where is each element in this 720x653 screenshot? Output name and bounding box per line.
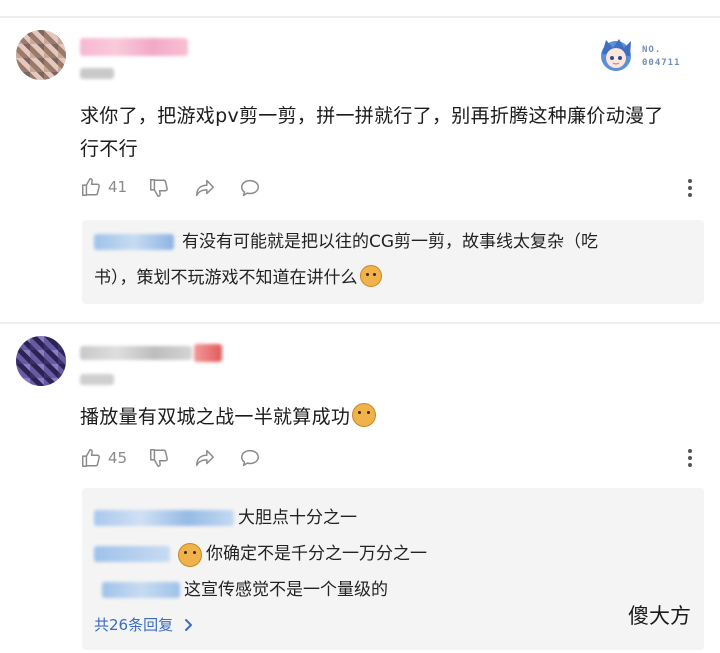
doge-emoji-icon [359, 265, 382, 287]
reply-username-blurred[interactable] [94, 546, 170, 562]
reply-text: 你确定不是千分之一万分之一 [206, 544, 427, 564]
comment-feed: NO. 004711 求你了，把游戏pv剪一剪，拼一拼就行了，别再折腾这种廉价动… [0, 0, 720, 653]
reply-box[interactable]: 有没有可能就是把以往的CG剪一剪，故事线太复杂（吃 书），策划不玩游戏不知道在讲… [82, 220, 704, 304]
level-badge-blurred [194, 344, 222, 362]
more-replies-label: 共26条回复 [94, 616, 174, 634]
reply-username-blurred[interactable] [102, 582, 180, 598]
thumbs-down-icon[interactable] [148, 447, 170, 469]
reply-text-line-2: 书），策划不玩游戏不知道在讲什么 [94, 262, 382, 294]
comment-icon[interactable] [238, 177, 262, 199]
fan-badge-avatar-icon [601, 39, 631, 71]
comment-text-body: 播放量有双城之战一半就算成功 [80, 406, 351, 428]
doge-emoji-icon [352, 403, 377, 427]
meta-blurred [80, 68, 114, 79]
username-blurred[interactable] [80, 346, 192, 360]
thumbs-up-icon [82, 178, 100, 196]
thumbs-up-icon [82, 449, 100, 467]
reply-username-blurred[interactable] [94, 234, 174, 250]
doge-emoji-icon [178, 543, 202, 567]
avatar[interactable] [16, 336, 66, 386]
top-divider [0, 16, 720, 18]
like-button[interactable]: 41 [80, 176, 127, 198]
avatar[interactable] [16, 30, 66, 80]
thumbs-down-icon[interactable] [148, 177, 170, 199]
fan-badge-label: NO. [642, 45, 662, 55]
share-icon[interactable] [193, 177, 217, 199]
share-icon[interactable] [193, 447, 217, 469]
username-blurred[interactable] [80, 38, 188, 56]
comment-text-line-2: 行不行 [80, 138, 138, 160]
comment-text: 播放量有双城之战一半就算成功 [80, 400, 377, 434]
reply-text-line-1: 有没有可能就是把以往的CG剪一剪，故事线太复杂（吃 [182, 232, 599, 252]
more-options-icon[interactable] [687, 178, 693, 198]
fan-badge-number: 004711 [642, 58, 681, 68]
comment-divider [0, 322, 720, 324]
chevron-right-icon [184, 619, 192, 631]
reply-box[interactable]: 大胆点十分之一 你确定不是千分之一万分之一 这宣传感觉不是一个量级的 共26条回… [82, 488, 704, 650]
meta-blurred [80, 374, 114, 385]
more-options-icon[interactable] [687, 448, 693, 468]
reply-username-blurred[interactable] [94, 510, 234, 526]
comment-icon[interactable] [238, 447, 262, 469]
like-button[interactable]: 45 [80, 447, 127, 469]
reply-text: 大胆点十分之一 [238, 508, 357, 528]
more-replies-link[interactable]: 共26条回复 [94, 614, 194, 635]
like-count: 41 [108, 178, 128, 196]
comment-text-line-1: 求你了，把游戏pv剪一剪，拼一拼就行了，别再折腾这种廉价动漫了 [80, 105, 664, 127]
reply-text: 这宣传感觉不是一个量级的 [184, 580, 388, 600]
like-count: 45 [108, 449, 128, 467]
watermark: 傻大方 [628, 604, 691, 628]
reply-text-line-2-text: 书），策划不玩游戏不知道在讲什么 [94, 268, 358, 288]
